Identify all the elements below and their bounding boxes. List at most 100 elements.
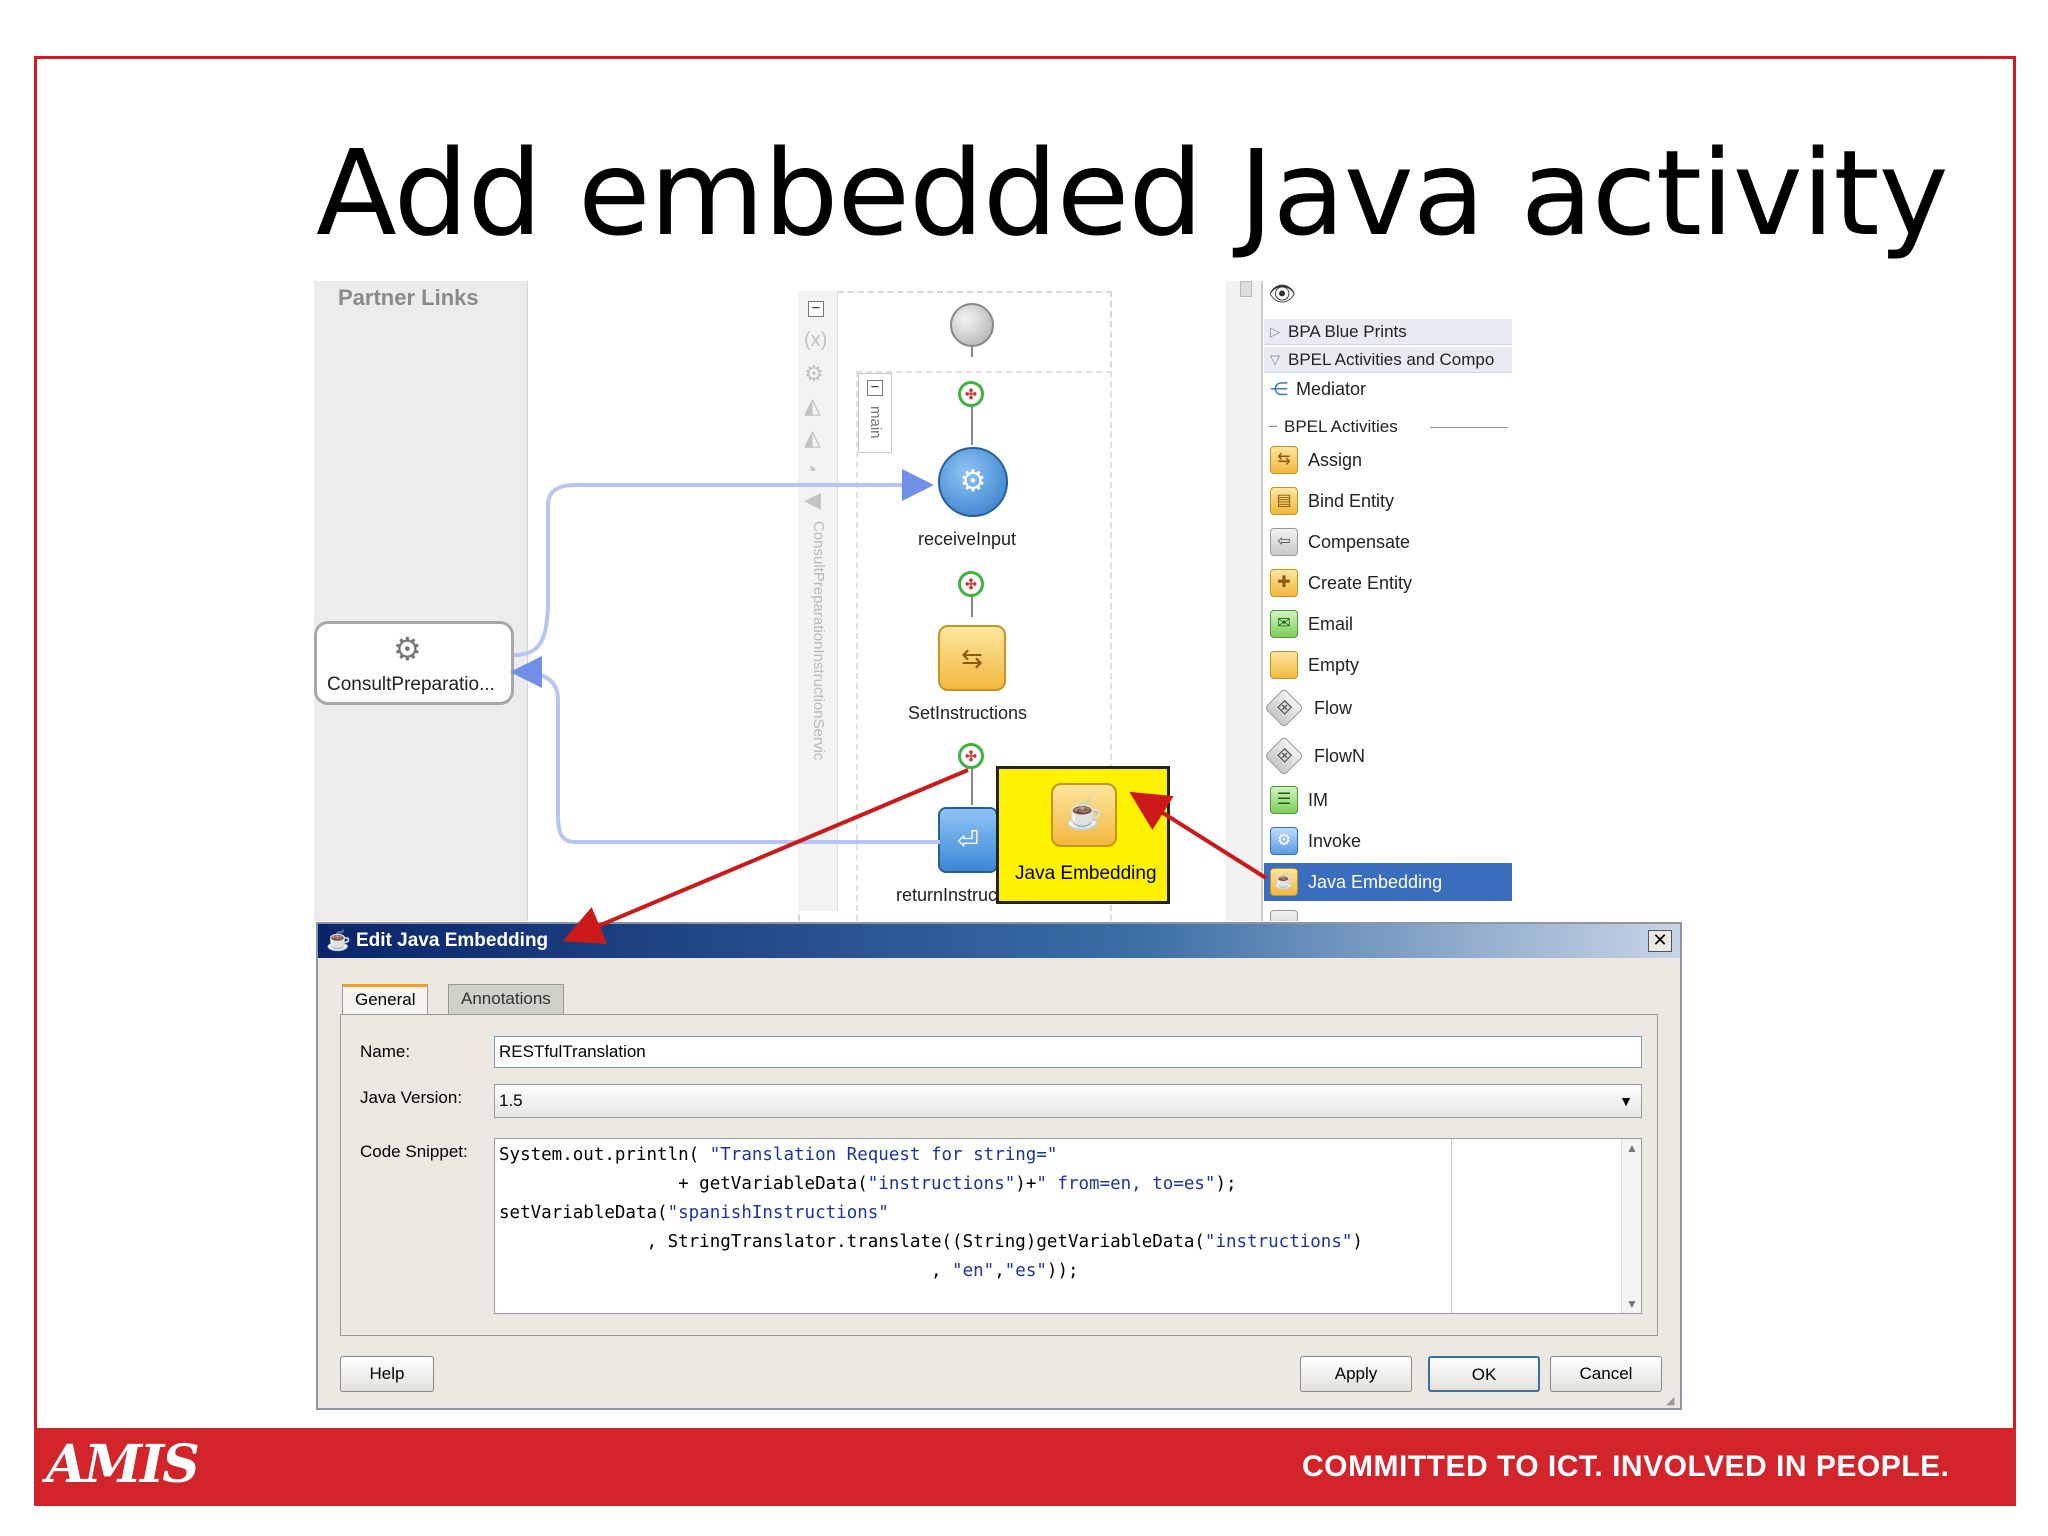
code-line: + getVariableData("instructions")+" from… [499,1174,1237,1194]
dialog-title: Edit Java Embedding [356,930,549,951]
start-node[interactable] [950,303,994,347]
chevron-down-icon[interactable]: ▼ [1619,1085,1633,1117]
gear-icon: ⚙ [393,631,422,667]
java-embedding-tile-label: Java Embedding [1015,863,1157,884]
palette-item-create-entity[interactable]: ✚ Create Entity [1264,564,1512,602]
ok-button[interactable]: OK [1428,1356,1540,1392]
apply-button[interactable]: Apply [1300,1356,1412,1392]
partner-links-header: Partner Links [338,285,479,310]
name-label: Name: [360,1042,411,1061]
cancel-button[interactable]: Cancel [1550,1356,1662,1392]
assign-icon: ⇆ [1270,446,1298,474]
partner-links-panel: Partner Links [314,281,528,921]
gear-icon: ⚙ [959,465,987,498]
collapse-icon: ▽ [1270,352,1280,367]
java-version-value: 1.5 [499,1091,523,1110]
bpel-designer-screenshot: Partner Links ⚙ ConsultPreparatio... − (… [314,281,1684,921]
drop-target-icon[interactable]: ✣ [958,743,984,769]
palette-section-bpel-activities: − BPEL Activities [1264,415,1512,439]
scope-label: ConsultPreparationInstructionServic [810,521,827,761]
palette-item-java-embedding[interactable]: ☕ Java Embedding [1264,863,1512,901]
compensation-icon[interactable]: ◀ [804,487,821,513]
flow-line [971,769,973,805]
palette-item-empty[interactable]: Empty [1264,646,1512,684]
code-scrollbar[interactable]: ▲ ▼ [1621,1139,1641,1313]
code-line: System.out.println( "Translation Request… [499,1145,1058,1165]
binoculars-icon[interactable]: 👁 [1268,281,1296,307]
scroll-down-icon[interactable]: ▼ [1626,1297,1638,1311]
palette-item-flow[interactable]: ⊞ Flow [1264,688,1512,728]
palette-item-invoke[interactable]: ⚙ Invoke [1264,822,1512,860]
java-embedding-drag-preview[interactable]: ☕ Java Embedding [996,766,1170,904]
resize-grip-icon[interactable]: ◢ [1666,1394,1678,1407]
java-embedding-icon: ☕ [1270,868,1298,896]
code-line: setVariableData("spanishInstructions" [499,1203,889,1223]
palette-item-mediator[interactable]: ⋲ Mediator [1264,373,1512,405]
flow-line [971,407,973,445]
tab-general[interactable]: General [342,984,429,1014]
assign-activity[interactable]: ⇆ [938,625,1006,691]
catch-icon[interactable]: ◭ [804,393,821,419]
palette-item-partial[interactable]: ▭ [1264,905,1512,921]
main-label: main [867,406,884,439]
close-icon[interactable]: ✕ [1648,930,1672,952]
collapse-scope-button[interactable]: − [808,301,824,317]
code-snippet-editor[interactable]: System.out.println( "Translation Request… [494,1138,1642,1314]
drop-target-icon[interactable]: ✣ [958,571,984,597]
java-cup-icon: ☕ [1051,783,1117,847]
reply-icon: ⏎ [957,825,979,855]
edit-java-embedding-dialog: ☕ Edit Java Embedding ✕ General Annotati… [316,922,1682,1410]
invoke-icon: ⚙ [1270,827,1298,855]
settings-icon[interactable]: ⚙ [804,361,824,387]
expand-icon: ▷ [1270,324,1280,339]
collapse-main-button[interactable]: − [867,380,883,396]
bind-entity-icon: ▤ [1270,487,1298,515]
reply-activity[interactable]: ⏎ [938,807,998,873]
palette-item-compensate[interactable]: ⇦ Compensate [1264,523,1512,561]
partner-link-node[interactable]: ⚙ ConsultPreparatio... [314,621,514,705]
palette-item-email[interactable]: ✉ Email [1264,605,1512,643]
empty-icon [1270,651,1298,679]
name-field[interactable]: RESTfulTranslation [494,1036,1642,1068]
assign-activity-label: SetInstructions [908,703,1028,723]
variables-icon[interactable]: (x) [804,329,827,352]
slide-title: Add embedded Java activity [316,124,1949,262]
create-entity-icon: ✚ [1270,569,1298,597]
drop-target-icon[interactable]: ✣ [958,381,984,407]
palette-group-bpel[interactable]: ▽ BPEL Activities and Compo [1264,347,1512,373]
email-icon: ✉ [1270,610,1298,638]
pick-icon: ▭ [1270,910,1298,921]
palette-item-flown[interactable]: ⊞ FlowN [1264,736,1512,776]
palette-item-bind-entity[interactable]: ▤ Bind Entity [1264,482,1512,520]
java-version-select[interactable]: 1.5 ▼ [494,1084,1642,1118]
scroll-up-icon[interactable]: ▲ [1626,1141,1638,1155]
compensate-icon: ⇦ [1270,528,1298,556]
code-line: , "en","es")); [499,1261,1079,1281]
im-icon: ☰ [1270,786,1298,814]
java-version-label: Java Version: [360,1088,463,1107]
main-sequence-header: − main [858,373,892,453]
palette-item-assign[interactable]: ⇆ Assign [1264,441,1512,479]
mediator-icon: ⋲ [1270,379,1288,399]
catch-all-icon[interactable]: ◭ [804,425,821,451]
flow-line [971,597,973,617]
event-icon[interactable]: ◔ [804,457,817,483]
palette-group-bpa[interactable]: ▷ BPA Blue Prints [1264,319,1512,345]
code-right-margin [1451,1139,1452,1313]
receive-activity-label: receiveInput [918,529,1017,549]
partner-link-label: ConsultPreparatio... [327,674,495,695]
help-button[interactable]: Help [340,1356,434,1392]
flow-line [971,347,973,357]
footer-slogan: COMMITTED TO ICT. INVOLVED IN PEOPLE. [1302,1450,1950,1483]
amis-logo: AMIS [46,1434,200,1495]
flown-icon: ⊞ [1264,736,1304,776]
code-line: , StringTranslator.translate((String)get… [499,1232,1363,1252]
palette-scrollbar[interactable] [1226,281,1262,921]
dialog-titlebar[interactable]: ☕ Edit Java Embedding ✕ [318,924,1680,958]
flow-icon: ⊞ [1264,688,1304,728]
java-cup-icon: ☕ [326,930,351,952]
palette-item-im[interactable]: ☰ IM [1264,781,1512,819]
tab-annotations[interactable]: Annotations [448,984,564,1014]
receive-activity[interactable]: ⚙ [938,447,1008,517]
code-snippet-label: Code Snippet: [360,1142,468,1161]
